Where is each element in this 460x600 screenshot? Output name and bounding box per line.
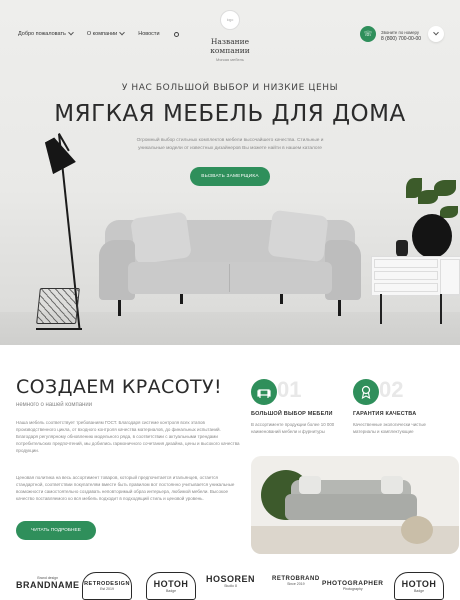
hero-subtitle: У НАС БОЛЬШОЙ ВЫБОР И НИЗКИЕ ЦЕНЫ [121, 83, 339, 93]
living-room-image [251, 456, 459, 554]
contacts-dropdown-button[interactable] [428, 26, 444, 42]
feature-title: БОЛЬШОЙ ВЫБОР МЕБЕЛИ [251, 411, 333, 417]
callback-info: Звоните по номеру 8 (800) 700-00-00 [381, 29, 421, 43]
feature-item: 01 БОЛЬШОЙ ВЫБОР МЕБЕЛИ В ассортименте п… [251, 377, 346, 435]
brand-badge: HOTOH Badge [146, 572, 196, 600]
brand-name: PHOTOGRAPHER [322, 580, 384, 587]
site-tagline: Мягкая мебель [216, 57, 244, 62]
chevron-down-icon [119, 29, 126, 36]
hero-description: Огромный выбор стильных комплектов мебел… [136, 138, 324, 151]
brand-sub: Studio 8 [224, 584, 237, 588]
brands-strip: Brand design BRANDNAME RETRODESIGN Est 2… [0, 568, 460, 600]
cabinet-image [371, 256, 460, 296]
feature-text: В ассортименте продукции более 10 000 на… [251, 422, 335, 434]
site-name: Название компании [210, 37, 250, 55]
feature-number: 02 [379, 377, 404, 402]
search-icon [173, 31, 179, 37]
award-icon [353, 379, 379, 405]
phone-button[interactable]: ☏ [360, 26, 376, 42]
nav-item-label: Новости [138, 31, 160, 37]
chevron-down-icon [68, 29, 74, 36]
brand-logo: PHOTOGRAPHER Photography [322, 580, 384, 591]
about-paragraph-1: Наша мебель соответствует требованиям ГО… [16, 420, 240, 453]
hero-section: Добро пожаловать О компании Новости logo… [0, 0, 460, 345]
feature-number: 01 [277, 377, 302, 402]
feature-text: Качественные экологически чистые материа… [353, 422, 426, 434]
nav-item-label: Добро пожаловать [18, 31, 66, 37]
brand-sub: Since 2019 [287, 582, 305, 586]
brand-logo: RETROBRAND Since 2019 [272, 576, 320, 586]
brand-logo: Brand design BRANDNAME [16, 576, 80, 590]
main-nav: Добро пожаловать О компании Новости [18, 29, 179, 37]
about-title: СОЗДАЕМ КРАСОТУ! [16, 376, 223, 398]
brand-badge: RETRODESIGN Est 2019 [82, 572, 132, 600]
brand-name: HOTOH [401, 579, 437, 589]
nav-item-news[interactable]: Новости [138, 31, 159, 37]
about-paragraph-2: Ценовая политика на весь ассортимент тов… [16, 475, 235, 501]
feature-title: ГАРАНТИЯ КАЧЕСТВА [353, 411, 417, 417]
brand-logo: HOSOREN Studio 8 [206, 574, 255, 588]
logo-circle: logo [220, 10, 240, 30]
phone-icon: ☏ [363, 31, 373, 38]
search-button[interactable] [173, 31, 179, 37]
about-subtitle: немного о нашей компании [16, 402, 93, 408]
brand-name: BRANDNAME [16, 580, 80, 590]
brand-sub: Badge [165, 589, 177, 593]
cabinet-leg [380, 294, 382, 324]
sofa-icon [251, 379, 277, 405]
magazine-rack-image [36, 288, 80, 324]
brand-logo: HOTOH Badge [146, 572, 196, 600]
read-more-button[interactable]: ЧИТАТЬ ПОДРОБНЕЕ [16, 521, 96, 540]
brand-name: HOSOREN [206, 574, 256, 584]
brand-sub: Photography [342, 587, 363, 591]
call-measurer-button[interactable]: ВЫЗВАТЬ ЗАМЕРЩИКА [190, 167, 270, 186]
phone-number[interactable]: 8 (800) 700-00-00 [381, 36, 421, 43]
brand-badge: HOTOH Badge [394, 572, 444, 600]
nav-item-about[interactable]: О компании [86, 29, 126, 37]
callback-label: Звоните по номеру [381, 30, 420, 35]
nav-item-label: О компании [86, 31, 118, 37]
nav-item-welcome[interactable]: Добро пожаловать [18, 29, 74, 37]
logo[interactable]: logo Название компании Мягкая мебель [190, 10, 270, 62]
cabinet-leg [440, 294, 442, 324]
hero-title: МЯГКАЯ МЕБЕЛЬ ДЛЯ ДОМА [54, 101, 406, 127]
brand-logo: HOTOH Badge [394, 572, 444, 600]
brand-logo: RETRODESIGN Est 2019 [82, 572, 132, 600]
brand-name: HOTOH [153, 579, 189, 589]
feature-item: 02 ГАРАНТИЯ КАЧЕСТВА Качественные эколог… [353, 377, 448, 435]
chevron-down-icon [433, 29, 439, 36]
brand-sub: Est 2019 [100, 587, 114, 591]
brand-sub: Badge [413, 589, 425, 593]
